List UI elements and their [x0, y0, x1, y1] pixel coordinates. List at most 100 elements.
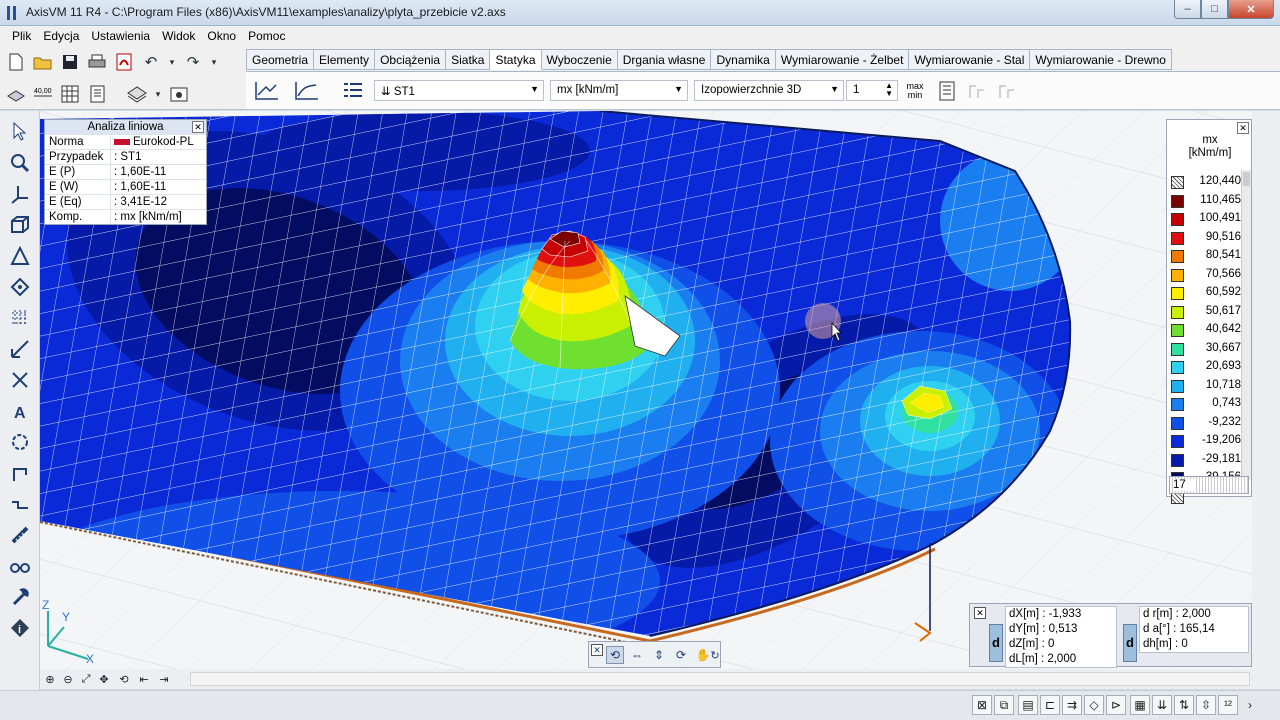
menu-edycja[interactable]: Edycja [37, 29, 85, 43]
component-select[interactable]: mx [kNm/m] ▼ [550, 80, 688, 101]
view-options-icon[interactable] [167, 82, 191, 106]
max-min-icon[interactable]: max min [902, 78, 928, 104]
menu-pomoc[interactable]: Pomoc [242, 29, 291, 43]
tab-drgania-wlasne[interactable]: Drgania własne [617, 49, 712, 70]
layer-dropdown-icon[interactable]: ▾ [152, 82, 164, 106]
info-icon[interactable]: i [7, 615, 33, 641]
stepper-input[interactable]: 1 ▲ ▼ [846, 80, 898, 101]
status-snap-icon[interactable]: ⇅ [1174, 695, 1194, 715]
horizontal-scrollbar[interactable] [190, 672, 1250, 686]
legend-swatch[interactable] [1171, 213, 1184, 226]
legend-swatch[interactable] [1171, 342, 1184, 356]
pan-vertical-icon[interactable]: ⇕ [650, 646, 668, 664]
rotate-view-icon[interactable]: ⟲ [606, 646, 624, 664]
tab-elementy[interactable]: Elementy [314, 49, 376, 70]
status-layers-icon[interactable]: ▤ [1018, 695, 1038, 715]
pan-icon[interactable]: ✥ [96, 671, 112, 687]
legend-swatch[interactable] [1171, 324, 1184, 337]
dimension-icon[interactable]: 40,00 [31, 82, 55, 106]
cross-icon[interactable] [7, 367, 33, 393]
status-tag-icon[interactable]: ⊳ [1106, 695, 1126, 715]
legend-levels-input[interactable]: 17 [1169, 476, 1249, 494]
contour-plot[interactable]: Z Y X [40, 111, 1252, 669]
legend-swatch[interactable] [1171, 435, 1184, 448]
tab-statyka[interactable]: Statyka [490, 49, 542, 70]
undo-dropdown-icon[interactable]: ▾ [166, 50, 178, 74]
print-icon[interactable] [85, 50, 109, 74]
legend-swatch[interactable] [1171, 453, 1184, 467]
glasses-icon[interactable] [7, 553, 33, 579]
fit-view-icon[interactable]: ⤢ [78, 671, 94, 687]
status-grid-icon[interactable]: ▦ [1130, 695, 1150, 715]
nonlinear-analysis-icon[interactable] [294, 78, 320, 104]
display-mode-select[interactable]: Izopowierzchnie 3D ▼ [694, 80, 844, 101]
close-icon[interactable]: ✕ [1237, 122, 1249, 134]
grid-snap-icon[interactable] [7, 305, 33, 331]
close-icon[interactable]: ✕ [591, 644, 603, 656]
view-cube-icon[interactable] [7, 212, 33, 238]
new-file-icon[interactable] [4, 50, 28, 74]
menu-plik[interactable]: Plik [6, 29, 37, 43]
tab-obciazenia[interactable]: Obciążenia [375, 49, 447, 70]
next-view-icon[interactable]: ⇥ [156, 671, 172, 687]
perspective-icon[interactable] [7, 243, 33, 269]
redo-icon[interactable]: ↷ [181, 50, 205, 74]
pointer-icon[interactable] [7, 119, 33, 145]
open-folder-icon[interactable] [31, 50, 55, 74]
legend-swatch[interactable] [1171, 176, 1184, 189]
legend-swatch[interactable] [1171, 416, 1184, 430]
measure-icon[interactable] [7, 522, 33, 548]
select-cross-icon[interactable]: ⊠ [972, 695, 992, 715]
legend-scrollbar[interactable] [1241, 170, 1251, 480]
legend-swatch[interactable] [1171, 287, 1184, 300]
previous-view-icon[interactable]: ⇤ [136, 671, 152, 687]
tab-dynamika[interactable]: Dynamika [711, 49, 776, 70]
status-more-icon[interactable]: › [1240, 695, 1260, 715]
status-numbering-icon[interactable]: ¹² [1218, 695, 1238, 715]
legend-swatch[interactable] [1171, 268, 1184, 282]
legend-swatch[interactable] [1171, 231, 1184, 245]
layers-icon[interactable] [4, 82, 28, 106]
tab-wymiarowanie-zelbet[interactable]: Wymiarowanie - Żelbet [775, 49, 910, 70]
wrench-icon[interactable] [7, 584, 33, 610]
close-icon[interactable]: ✕ [974, 607, 986, 619]
dimension-line-icon[interactable] [7, 336, 33, 362]
pdf-icon[interactable] [112, 50, 136, 74]
zoom-in-icon[interactable]: ⊕ [42, 671, 58, 687]
undo-icon[interactable]: ↶ [139, 50, 163, 74]
load-case-select[interactable]: ⇊ ST1 ▼ [374, 80, 544, 101]
animation-icon[interactable] [934, 78, 960, 104]
stepper-arrows-icon[interactable]: ▲ ▼ [885, 82, 893, 98]
maximize-button[interactable]: □ [1201, 0, 1228, 19]
zoom-out-icon[interactable]: ⊖ [60, 671, 76, 687]
tab-wyboczenie[interactable]: Wyboczenie [541, 49, 618, 70]
minimize-button[interactable]: – [1174, 0, 1201, 19]
menu-ustawienia[interactable]: Ustawienia [85, 29, 156, 43]
legend-swatch[interactable] [1171, 398, 1184, 411]
legend-swatch[interactable] [1171, 250, 1184, 263]
status-arrows-icon[interactable]: ⇊ [1152, 695, 1172, 715]
tab-wymiarowanie-drewno[interactable]: Wymiarowanie - Drewno [1030, 49, 1172, 70]
table-icon[interactable] [58, 82, 82, 106]
status-load-icon[interactable]: ⇉ [1062, 695, 1082, 715]
color-legend[interactable]: ✕ mx [kNm/m] 120,440 110,465 100,491 90,516… [1166, 119, 1252, 504]
line-tool-icon[interactable] [7, 491, 33, 517]
support-icon[interactable] [7, 460, 33, 486]
linear-analysis-icon[interactable] [254, 78, 280, 104]
status-diamond-icon[interactable]: ◇ [1084, 695, 1104, 715]
axes-icon[interactable] [7, 181, 33, 207]
legend-swatch[interactable] [1171, 305, 1184, 319]
rotate-icon[interactable] [7, 429, 33, 455]
menu-okno[interactable]: Okno [201, 29, 242, 43]
node-select-icon[interactable]: ⧉ [994, 695, 1014, 715]
close-icon[interactable]: ✕ [192, 121, 204, 133]
report-icon[interactable] [85, 82, 109, 106]
close-button[interactable]: ✕ [1228, 0, 1274, 19]
pan-horizontal-icon[interactable]: ⇔ [628, 646, 646, 664]
text-annotation-icon[interactable]: A [7, 398, 33, 424]
legend-swatch[interactable] [1171, 361, 1184, 374]
tab-wymiarowanie-stal[interactable]: Wymiarowanie - Stal [909, 49, 1031, 70]
node-icon[interactable] [7, 274, 33, 300]
model-viewport[interactable]: Z Y X [40, 111, 1252, 669]
result-list-icon[interactable] [340, 78, 366, 104]
